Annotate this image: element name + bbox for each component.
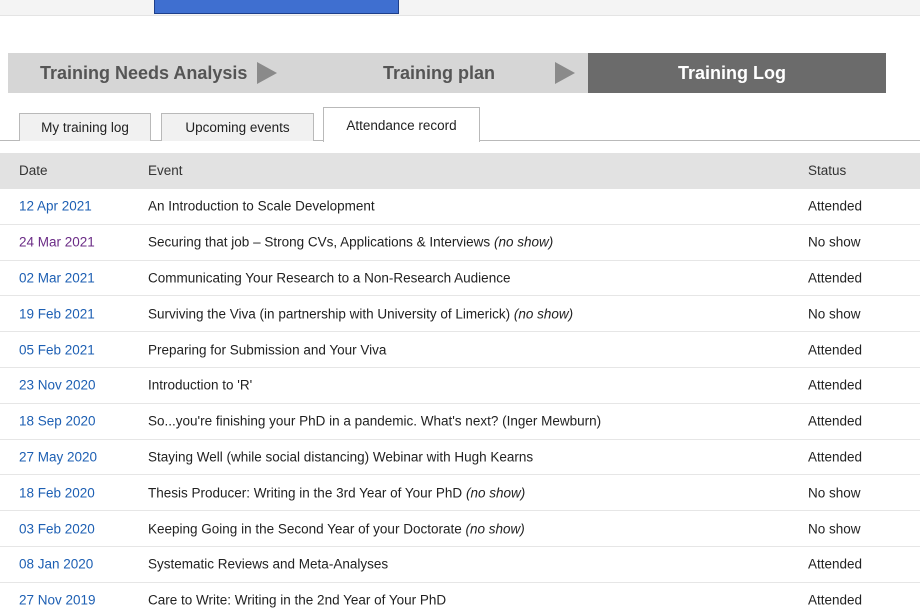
event-title-text: So...you're finishing your PhD in a pand… [148,413,602,429]
event-title: Keeping Going in the Second Year of your… [148,521,525,536]
tab-bar: My training log Upcoming events Attendan… [0,107,920,142]
no-show-note: (no show) [493,234,554,250]
table-row: 18 Sep 2020 So...you're finishing your P… [0,404,920,440]
event-title: An Introduction to Scale Development [148,199,375,214]
top-strip [0,0,920,16]
event-date-link[interactable]: 24 Mar 2021 [19,235,95,250]
event-title-text: Care to Write: Writing in the 2nd Year o… [148,592,447,608]
event-title-text: Keeping Going in the Second Year of your… [148,521,462,537]
table-row: 18 Feb 2020 Thesis Producer: Writing in … [0,475,920,512]
column-header-status: Status [808,163,847,178]
event-date-link[interactable]: 02 Mar 2021 [19,270,95,285]
step-label: Training Needs Analysis [40,62,248,83]
arrow-right-icon [555,62,576,84]
status-value: Attended [808,342,863,358]
event-title-text: Communicating Your Research to a Non-Res… [148,270,511,286]
table-header: Date Event Status [0,153,920,189]
table-row: 03 Feb 2020 Keeping Going in the Second … [0,511,920,547]
event-title: Surviving the Viva (in partnership with … [148,306,573,321]
event-date-link[interactable]: 27 May 2020 [19,449,97,464]
event-date-link[interactable]: 23 Nov 2020 [19,378,96,393]
no-show-note: (no show) [465,485,526,501]
status-value: No show [808,521,861,537]
column-header-event: Event [148,163,183,178]
event-title: Systematic Reviews and Meta-Analyses [148,557,388,572]
table-row: 05 Feb 2021 Preparing for Submission and… [0,332,920,368]
status-value: No show [808,485,861,501]
column-header-date: Date [19,163,48,178]
progress-steps: Training Needs Analysis Training plan Tr… [8,53,920,93]
table-row: 12 Apr 2021 An Introduction to Scale Dev… [0,189,920,225]
event-title: Communicating Your Research to a Non-Res… [148,270,510,285]
attendance-table-body: 12 Apr 2021 An Introduction to Scale Dev… [0,189,920,609]
tab-attendance-record[interactable]: Attendance record [323,107,480,142]
tab-upcoming-events[interactable]: Upcoming events [161,113,314,141]
event-title: Securing that job – Strong CVs, Applicat… [148,235,553,250]
event-title-text: An Introduction to Scale Development [148,198,375,214]
status-value: Attended [808,413,863,429]
status-value: Attended [808,449,863,465]
event-date-link[interactable]: 12 Apr 2021 [19,199,92,214]
event-title: Introduction to 'R' [148,378,252,393]
status-value: No show [808,306,861,322]
event-title-text: Securing that job – Strong CVs, Applicat… [148,234,491,250]
event-date-link[interactable]: 27 Nov 2019 [19,593,96,608]
event-title: Preparing for Submission and Your Viva [148,342,386,357]
step-training-needs-analysis[interactable]: Training Needs Analysis [8,53,298,93]
event-title: So...you're finishing your PhD in a pand… [148,414,601,429]
arrow-right-icon [257,62,278,84]
event-title-text: Staying Well (while social distancing) W… [148,449,534,465]
table-row: 23 Nov 2020 Introduction to 'R' Attended [0,368,920,404]
event-date-link[interactable]: 18 Sep 2020 [19,414,96,429]
no-show-note: (no show) [513,306,574,322]
step-label: Training Log [678,62,786,83]
table-row: 19 Feb 2021 Surviving the Viva (in partn… [0,296,920,333]
status-value: Attended [808,592,863,608]
event-title-text: Introduction to 'R' [148,377,253,393]
event-date-link[interactable]: 03 Feb 2020 [19,521,95,536]
event-title: Staying Well (while social distancing) W… [148,449,533,464]
table-row: 27 May 2020 Staying Well (while social d… [0,440,920,476]
table-row: 02 Mar 2021 Communicating Your Research … [0,261,920,297]
event-title-text: Preparing for Submission and Your Viva [148,342,387,358]
tab-my-training-log[interactable]: My training log [19,113,151,141]
top-button[interactable] [154,0,399,14]
step-label: Training plan [383,62,496,83]
table-row: 08 Jan 2020 Systematic Reviews and Meta-… [0,547,920,583]
step-training-plan[interactable]: Training plan [298,53,588,93]
event-date-link[interactable]: 18 Feb 2020 [19,485,95,500]
event-title-text: Surviving the Viva (in partnership with … [148,306,511,322]
event-date-link[interactable]: 05 Feb 2021 [19,342,95,357]
event-title: Care to Write: Writing in the 2nd Year o… [148,593,446,608]
event-date-link[interactable]: 08 Jan 2020 [19,557,93,572]
event-title-text: Thesis Producer: Writing in the 3rd Year… [148,485,463,501]
status-value: Attended [808,198,863,214]
no-show-note: (no show) [465,521,525,537]
event-title: Thesis Producer: Writing in the 3rd Year… [148,485,525,500]
event-title-text: Systematic Reviews and Meta-Analyses [148,556,389,572]
table-row: 27 Nov 2019 Care to Write: Writing in th… [0,583,920,609]
event-date-link[interactable]: 19 Feb 2021 [19,306,95,321]
status-value: No show [808,234,861,250]
table-row: 24 Mar 2021 Securing that job – Strong C… [0,225,920,261]
status-value: Attended [808,270,863,286]
status-value: Attended [808,377,863,393]
status-value: Attended [808,556,863,572]
step-training-log[interactable]: Training Log [588,53,886,93]
